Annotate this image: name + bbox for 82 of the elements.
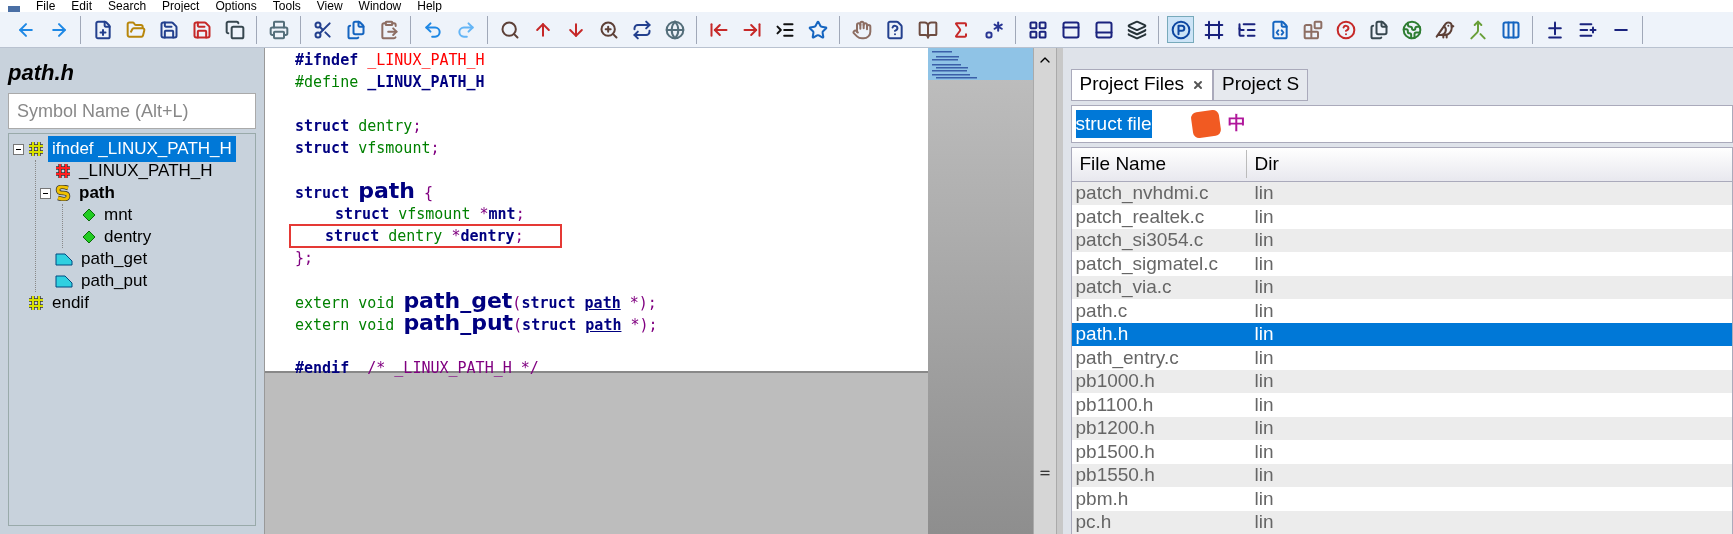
file-search-field[interactable]: struct file [1075, 109, 1152, 138]
file-name-cell-text: patch_si3054.c [1074, 228, 1205, 253]
file-name-cell-text: pb1550.h [1074, 463, 1156, 487]
directory-cell-text: lin [1253, 392, 1275, 417]
menu-item[interactable]: Options [215, 0, 257, 12]
menu-item[interactable]: View [316, 0, 343, 12]
directory-cell-text: lin [1253, 298, 1275, 323]
file-row[interactable]: patch_si3054.c lin [1071, 228, 1732, 252]
hash-icon [28, 141, 44, 157]
code-line: struct vfsmount *mnt; [334, 204, 525, 224]
column-header[interactable]: Dir [1246, 150, 1287, 179]
directory-cell-text: lin [1253, 369, 1275, 393]
file-name-cell-text: pb1500.h [1074, 439, 1156, 464]
ime-mode-label: 中 [1227, 112, 1246, 136]
directory-cell-text: lin [1253, 251, 1275, 276]
code-line: extern void path_get(struct path *); [295, 291, 657, 313]
file-name-cell-text: pb1100.h [1074, 392, 1155, 417]
directory-cell-text: lin [1253, 439, 1275, 464]
menu-item[interactable]: Help [417, 0, 442, 12]
menu-item[interactable]: File [36, 0, 56, 12]
hash-icon [28, 295, 44, 311]
app-icon [8, 6, 20, 12]
file-name-cell-text: path_entry.c [1074, 345, 1180, 371]
code-line: extern void path_put(struct path *); [295, 313, 658, 335]
directory-cell-text: lin [1253, 204, 1275, 229]
code-line: struct vfsmount; [295, 138, 440, 158]
menu-item[interactable]: Window [358, 0, 402, 12]
code-line: struct dentry; [295, 116, 422, 136]
panel-tab[interactable]: Project Files [1070, 68, 1214, 101]
folder-tab-icon [55, 274, 73, 288]
file-name-cell-text: path.c [1074, 298, 1129, 323]
panel-tab[interactable]: Project S [1213, 68, 1309, 101]
symbol-item[interactable]: ifndef _LINUX_PATH_H [48, 136, 236, 162]
file-row[interactable]: path.h lin [1071, 322, 1732, 346]
menu-item[interactable]: Project [162, 0, 200, 12]
panel-title: path.h [8, 59, 75, 87]
file-name-cell-text: path.h [1074, 322, 1130, 346]
ime-toolbar[interactable]: 中 [1191, 110, 1246, 138]
directory-cell-text: lin [1253, 275, 1275, 299]
column-header[interactable]: File Name [1071, 150, 1247, 179]
file-name-cell-text: patch_nvhdmi.c [1074, 181, 1210, 206]
directory-cell-text: lin [1253, 486, 1275, 511]
code-line: #ifndef _LINUX_PATH_H [295, 50, 485, 70]
symbol-search-field[interactable]: Symbol Name (Alt+L) [8, 93, 256, 129]
directory-cell-text: lin [1253, 181, 1275, 205]
vertical-scrollbar[interactable] [1032, 48, 1057, 534]
directory-cell-text: lin [1253, 463, 1275, 487]
menu-item[interactable]: Tools [272, 0, 301, 12]
file-name-cell-text: pbm.h [1074, 486, 1130, 511]
file-row[interactable]: pb1550.h lin [1071, 463, 1732, 487]
file-name-cell-text: patch_via.c [1074, 275, 1173, 300]
ime-logo-icon [1189, 108, 1222, 139]
directory-cell-text: lin [1253, 416, 1275, 440]
folder-tab-icon [55, 252, 73, 266]
file-row[interactable]: patch_nvhdmi.c lin [1071, 181, 1732, 205]
close-icon[interactable] [1192, 78, 1205, 91]
file-name-cell-text: pb1000.h [1074, 369, 1156, 393]
code-line: }; [295, 248, 314, 268]
collapse-toggle[interactable] [13, 143, 24, 155]
file-row[interactable]: patch_via.c lin [1071, 275, 1732, 299]
code-line: #define _LINUX_PATH_H [295, 72, 485, 92]
s-shape-icon [55, 185, 71, 201]
diamond-icon [82, 208, 96, 222]
file-row[interactable]: pc.h lin [1071, 510, 1732, 534]
menu-item[interactable]: Search [108, 0, 147, 12]
code-line: struct path { [295, 181, 434, 203]
collapse-toggle[interactable] [40, 187, 51, 199]
directory-cell-text: lin [1253, 322, 1275, 346]
directory-cell-text: lin [1253, 510, 1275, 534]
parking-icon[interactable] [1167, 16, 1194, 43]
file-name-cell-text: pb1200.h [1074, 416, 1156, 440]
code-line: #endif /* _LINUX_PATH_H */ [295, 358, 539, 378]
hash-icon [55, 163, 71, 179]
file-row[interactable]: pb1200.h lin [1071, 416, 1732, 440]
diamond-icon [82, 230, 96, 244]
file-name-cell-text: patch_sigmatel.c [1074, 251, 1220, 277]
directory-cell-text: lin [1253, 228, 1275, 252]
menu-item[interactable]: Edit [71, 0, 93, 12]
directory-cell-text: lin [1253, 345, 1275, 370]
file-row[interactable]: pb1000.h lin [1071, 369, 1732, 393]
file-name-cell-text: pc.h [1074, 510, 1113, 534]
file-name-cell-text: patch_realtek.c [1074, 204, 1206, 230]
